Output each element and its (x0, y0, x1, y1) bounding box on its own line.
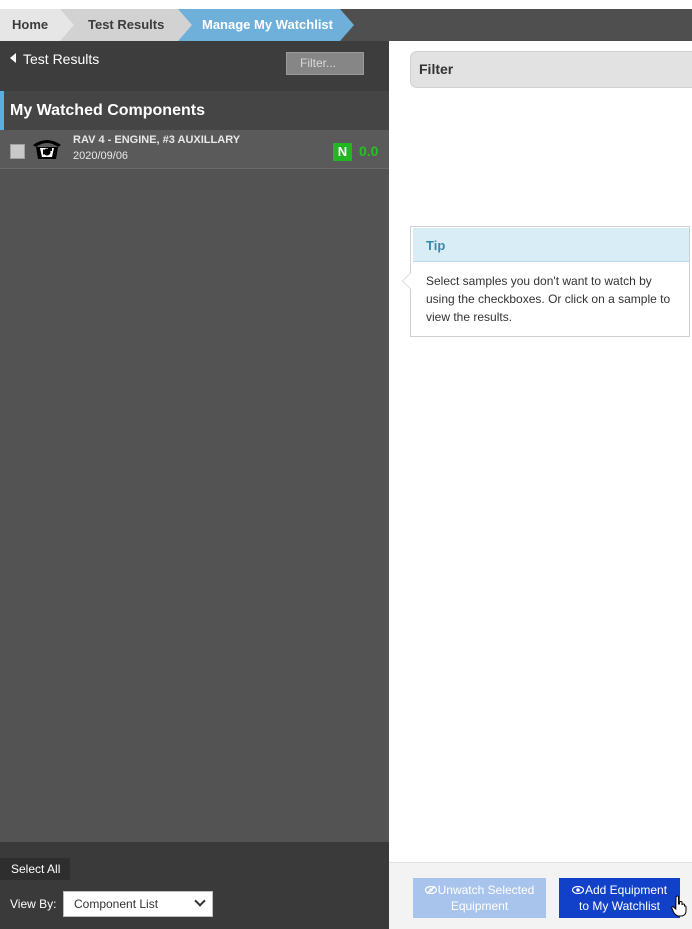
breadcrumb-test-results[interactable]: Test Results (60, 9, 192, 41)
select-all-button[interactable]: Select All (0, 858, 70, 880)
view-by-value: Component List (74, 897, 159, 911)
view-by-select[interactable]: Component List (63, 891, 213, 917)
item-score: 0.0 (359, 143, 379, 159)
left-footer: Select All View By: Component List (0, 842, 389, 929)
item-checkbox[interactable] (10, 144, 25, 159)
tip-text: Select samples you don't want to watch b… (426, 274, 671, 324)
back-link-label: Test Results (23, 51, 100, 67)
status-badge: N (333, 143, 352, 161)
section-title: My Watched Components (10, 102, 205, 119)
chevron-down-icon (194, 895, 206, 907)
breadcrumb-home[interactable]: Home (0, 9, 74, 41)
left-header: Test Results Filter... (0, 41, 389, 91)
unwatch-label-line2: Equipment (450, 899, 509, 913)
unwatch-label-line1: Unwatch Selected (437, 883, 535, 897)
page: Home Test Results Manage My Watchlist Te… (0, 0, 692, 929)
unwatch-selected-button[interactable]: Unwatch Selected Equipment (413, 878, 546, 918)
eye-icon (571, 886, 584, 894)
top-strip (0, 0, 692, 9)
list-item[interactable]: RAV 4 - ENGINE, #3 AUXILLARY 2020/09/06 … (0, 130, 389, 169)
filter-input[interactable]: Filter... (286, 52, 364, 75)
left-panel: Test Results Filter... My Watched Compon… (0, 41, 389, 929)
breadcrumb: Home Test Results Manage My Watchlist (0, 9, 692, 41)
breadcrumb-active-label: Manage My Watchlist (202, 17, 333, 32)
action-bar: Unwatch Selected Equipment Add Equipment… (389, 862, 692, 929)
breadcrumb-test-results-label: Test Results (88, 17, 165, 32)
tip-popover: Tip Select samples you don't want to wat… (402, 226, 690, 337)
add-equipment-button[interactable]: Add Equipment to My Watchlist (559, 878, 680, 918)
tip-title: Tip (426, 238, 446, 253)
engine-icon (33, 140, 61, 159)
filter-panel-header[interactable]: Filter (410, 51, 692, 88)
right-panel: Filter Tip Select samples you don't want… (389, 41, 692, 929)
caret-left-icon (10, 53, 16, 63)
tip-header: Tip (413, 228, 689, 262)
eye-slash-icon (424, 886, 437, 894)
add-label-line2: to My Watchlist (579, 899, 660, 913)
breadcrumb-manage-watchlist[interactable]: Manage My Watchlist (178, 9, 354, 41)
watched-components-header: My Watched Components (0, 91, 389, 130)
breadcrumb-home-label: Home (12, 17, 49, 32)
back-to-test-results-link[interactable]: Test Results (10, 51, 99, 67)
add-label-line1: Add Equipment (584, 883, 668, 897)
view-by-label: View By: (10, 897, 57, 911)
filter-title: Filter (419, 61, 454, 77)
item-name: RAV 4 - ENGINE, #3 AUXILLARY (73, 134, 241, 146)
hand-cursor-icon (671, 895, 687, 917)
item-date: 2020/09/06 (73, 150, 129, 162)
